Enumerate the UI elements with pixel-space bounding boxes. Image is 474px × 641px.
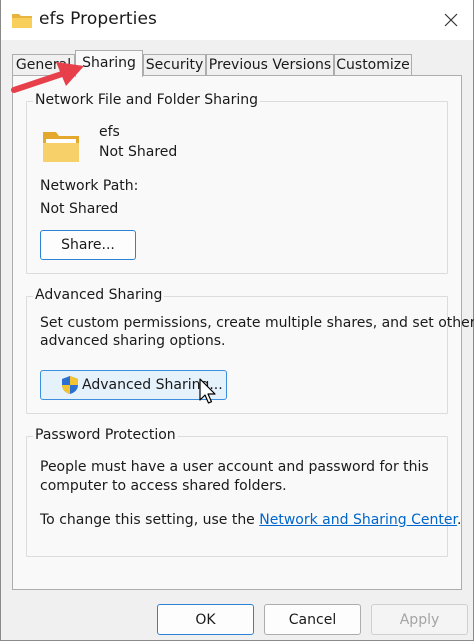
mouse-cursor-icon	[199, 378, 216, 404]
uac-shield-icon	[62, 376, 78, 394]
properties-dialog: efs Properties General Sharing Security …	[0, 0, 474, 641]
tab-customize[interactable]: Customize	[334, 54, 412, 76]
window-title: efs Properties	[39, 9, 158, 29]
cancel-button[interactable]: Cancel	[264, 604, 361, 635]
tab-security[interactable]: Security	[143, 54, 206, 76]
share-status: Not Shared	[99, 144, 178, 160]
apply-button[interactable]: Apply	[371, 604, 468, 635]
share-button[interactable]: Share...	[40, 230, 136, 260]
advanced-sharing-description-line2: advanced sharing options.	[40, 333, 226, 349]
network-sharing-center-link[interactable]: Network and Sharing Center	[259, 512, 457, 528]
title-bar: efs Properties	[1, 0, 473, 40]
folder-icon	[12, 14, 32, 28]
tab-previous-versions[interactable]: Previous Versions	[206, 54, 334, 76]
close-icon	[444, 13, 458, 27]
change-setting-text: To change this setting, use the Network …	[40, 512, 461, 528]
password-protection-description-line2: computer to access shared folders.	[40, 478, 287, 494]
folder-name: efs	[99, 124, 120, 140]
group-label: Password Protection	[33, 427, 178, 443]
advanced-sharing-description-line1: Set custom permissions, create multiple …	[40, 315, 474, 331]
folder-icon	[43, 132, 79, 162]
change-setting-prefix: To change this setting, use the	[40, 512, 260, 528]
annotation-arrow-icon	[11, 62, 84, 93]
network-path-label: Network Path:	[40, 178, 139, 194]
password-protection-description-line1: People must have a user account and pass…	[40, 459, 429, 475]
advanced-sharing-group: Advanced Sharing Set custom permissions,…	[26, 287, 474, 414]
ok-button[interactable]: OK	[157, 604, 254, 635]
group-label: Advanced Sharing	[33, 287, 165, 303]
close-button[interactable]	[431, 4, 471, 36]
network-path-value: Not Shared	[40, 201, 119, 217]
password-protection-group: Password Protection People must have a u…	[26, 427, 461, 557]
change-setting-suffix: .	[456, 512, 462, 528]
network-sharing-group: Network File and Folder Sharing efs Not …	[26, 92, 448, 274]
